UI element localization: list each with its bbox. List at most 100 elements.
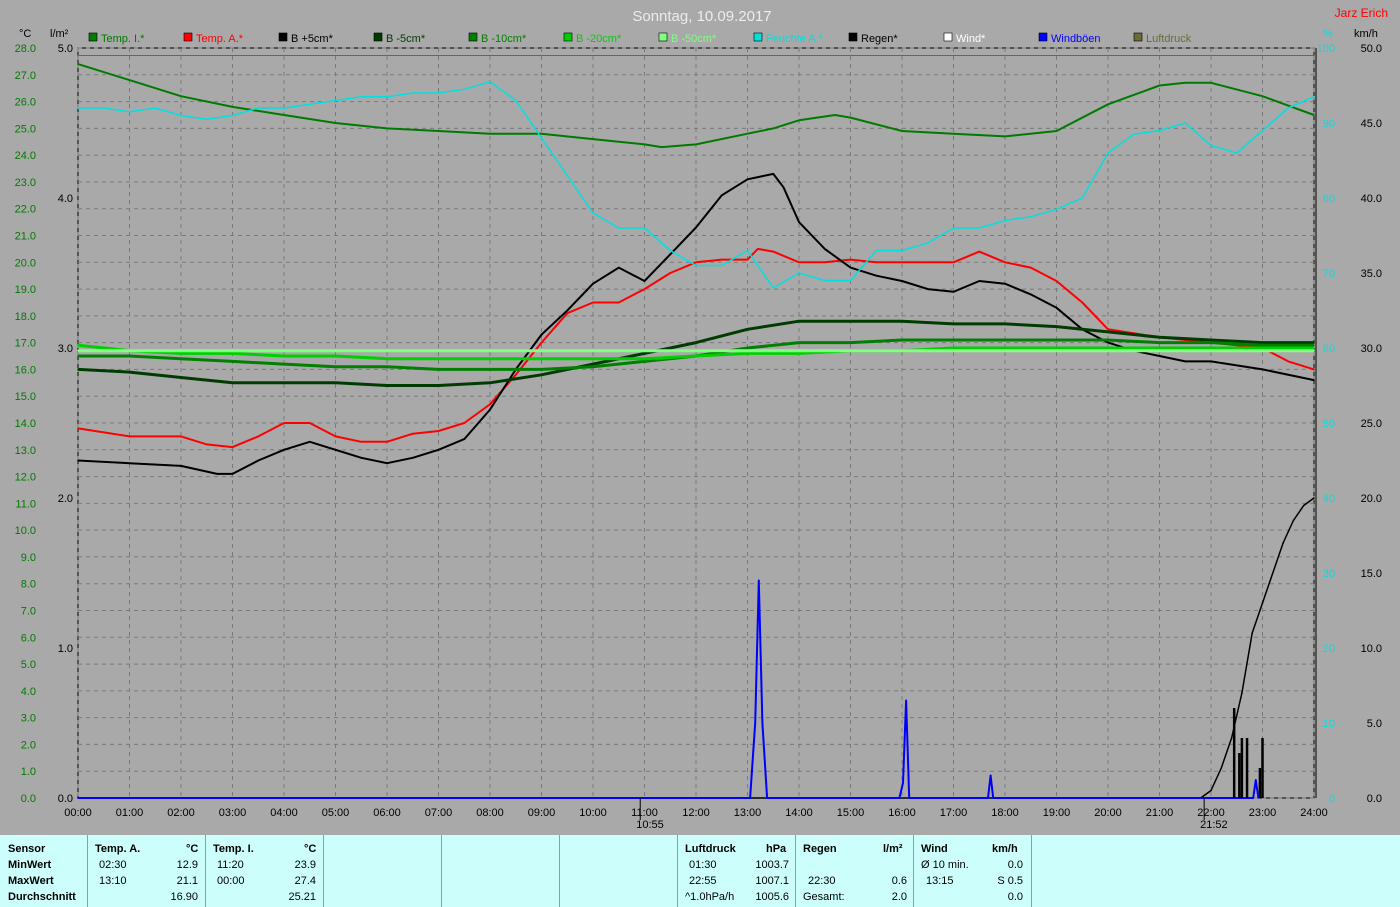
temp-tick-label: 8.0 bbox=[21, 579, 36, 591]
data-point bbox=[849, 341, 852, 344]
humidity-tick-label: 90 bbox=[1323, 118, 1335, 130]
data-point bbox=[1313, 54, 1315, 57]
data-point bbox=[592, 138, 594, 140]
data-point bbox=[1158, 336, 1161, 339]
data-point bbox=[746, 328, 749, 331]
data-point bbox=[592, 282, 594, 285]
data-point bbox=[231, 352, 234, 355]
data-point bbox=[926, 242, 929, 244]
data-point bbox=[1261, 368, 1264, 371]
data-point bbox=[540, 368, 543, 371]
legend-label: B +5cm* bbox=[291, 33, 334, 45]
data-point bbox=[592, 301, 594, 304]
data-point bbox=[231, 382, 234, 384]
wind-unit: km/h bbox=[992, 843, 1018, 855]
data-point bbox=[154, 107, 157, 109]
data-point bbox=[1313, 497, 1315, 499]
wind-tick-label: 50.0 bbox=[1361, 43, 1382, 55]
data-point bbox=[592, 357, 594, 360]
data-point bbox=[1313, 347, 1315, 349]
x-tick-label: 07:00 bbox=[425, 807, 453, 819]
temp-a-head: Temp. A. bbox=[95, 843, 141, 855]
x-tick-label: 22:00 bbox=[1197, 807, 1225, 819]
data-point bbox=[437, 368, 440, 371]
temp-tick-label: 2.0 bbox=[21, 739, 36, 751]
data-point bbox=[360, 457, 363, 459]
data-point bbox=[1107, 347, 1109, 349]
data-point bbox=[128, 462, 131, 464]
data-point bbox=[334, 448, 337, 451]
data-point bbox=[540, 341, 543, 344]
stats-table: Sensor MinWert MaxWert Durchschnitt Temp… bbox=[0, 835, 1400, 907]
x-tick-label: 10:00 bbox=[579, 807, 607, 819]
data-point bbox=[992, 797, 994, 799]
wind-tick-label: 15.0 bbox=[1361, 568, 1382, 580]
data-point bbox=[1313, 344, 1315, 347]
legend-swatch bbox=[1038, 32, 1048, 42]
temp-tick-label: 4.0 bbox=[21, 686, 36, 698]
data-point bbox=[463, 422, 466, 424]
data-point bbox=[283, 107, 285, 109]
data-point bbox=[798, 352, 800, 355]
x-tick-label: 06:00 bbox=[373, 807, 401, 819]
x-tick-label: 24:00 bbox=[1300, 807, 1328, 819]
data-point bbox=[849, 279, 852, 282]
data-point bbox=[978, 227, 981, 229]
data-point bbox=[772, 127, 775, 130]
data-point bbox=[761, 722, 764, 724]
temp-i-max: 27.4 bbox=[294, 875, 316, 887]
data-point bbox=[257, 459, 260, 462]
x-tick-label: 11:00 bbox=[631, 807, 658, 819]
legend-swatch bbox=[658, 32, 668, 42]
pressure-min-time: 01:30 bbox=[689, 859, 717, 871]
data-point bbox=[1081, 301, 1084, 304]
data-point bbox=[437, 130, 440, 132]
data-point bbox=[514, 99, 517, 102]
data-point bbox=[695, 355, 697, 357]
data-point bbox=[1004, 323, 1006, 325]
data-point bbox=[766, 797, 768, 799]
data-point bbox=[1313, 368, 1315, 371]
data-point bbox=[540, 137, 543, 139]
rain-max: 0.6 bbox=[891, 875, 907, 887]
data-point bbox=[952, 347, 955, 349]
data-point bbox=[952, 339, 955, 341]
data-point bbox=[1107, 339, 1109, 341]
legend-swatch bbox=[563, 32, 573, 42]
temp-tick-label: 12.0 bbox=[15, 472, 36, 484]
data-point bbox=[798, 221, 800, 223]
rain-unit: l/m² bbox=[883, 843, 903, 855]
rain-tick-label: 1.0 bbox=[58, 643, 73, 655]
data-point bbox=[1235, 152, 1238, 154]
data-point bbox=[77, 368, 79, 371]
data-point bbox=[411, 457, 414, 459]
data-point bbox=[643, 360, 646, 363]
data-point bbox=[1158, 129, 1161, 132]
data-point bbox=[720, 258, 723, 261]
data-point bbox=[898, 797, 901, 799]
data-point bbox=[987, 797, 989, 799]
data-point bbox=[926, 261, 929, 264]
data-point bbox=[334, 435, 337, 438]
data-point bbox=[128, 371, 131, 373]
temp-tick-label: 24.0 bbox=[15, 150, 36, 162]
data-point bbox=[1029, 215, 1032, 218]
data-point bbox=[1029, 266, 1032, 269]
table-divider bbox=[913, 835, 914, 907]
data-point bbox=[128, 355, 131, 357]
legend-label: Luftdruck bbox=[1146, 33, 1192, 45]
temp-tick-label: 3.0 bbox=[21, 713, 36, 725]
data-point bbox=[437, 384, 440, 387]
pressure-avg-label: ^1.0hPa/h bbox=[685, 891, 735, 903]
data-point bbox=[1210, 144, 1212, 147]
data-point bbox=[1004, 135, 1006, 138]
data-point bbox=[720, 194, 723, 197]
x-tick-label: 18:00 bbox=[991, 807, 1019, 819]
humidity-tick-label: 30 bbox=[1323, 568, 1335, 580]
data-point bbox=[77, 349, 79, 352]
data-point bbox=[952, 323, 955, 325]
temp-tick-label: 14.0 bbox=[15, 418, 36, 430]
data-point bbox=[437, 448, 440, 451]
legend-label: B -20cm* bbox=[576, 33, 622, 45]
wind-tick-label: 45.0 bbox=[1361, 118, 1382, 130]
